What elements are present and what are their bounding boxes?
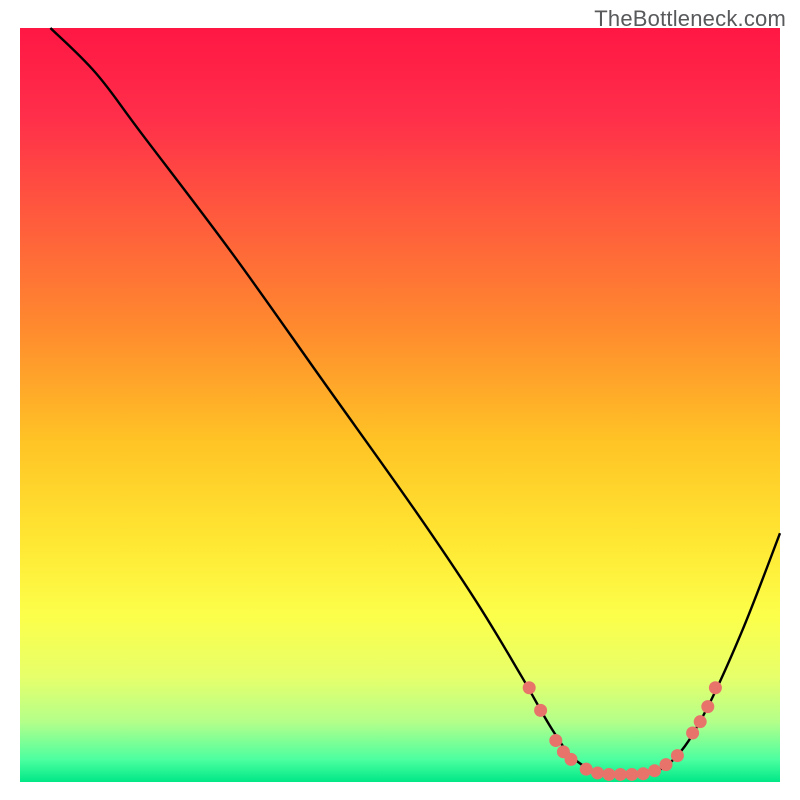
curve-marker	[603, 768, 616, 781]
curve-marker	[614, 768, 627, 781]
curve-marker	[549, 734, 562, 747]
curve-marker	[709, 681, 722, 694]
curve-marker	[660, 758, 673, 771]
curve-marker	[565, 753, 578, 766]
curve-marker	[671, 749, 684, 762]
curve-marker	[648, 764, 661, 777]
curve-marker	[534, 704, 547, 717]
bottleneck-chart	[0, 0, 800, 800]
curve-marker	[580, 763, 593, 776]
chart-frame: TheBottleneck.com	[0, 0, 800, 800]
curve-marker	[701, 700, 714, 713]
curve-marker	[523, 681, 536, 694]
curve-marker	[694, 715, 707, 728]
curve-marker	[591, 766, 604, 779]
curve-marker	[625, 768, 638, 781]
watermark-text: TheBottleneck.com	[594, 6, 786, 32]
curve-marker	[686, 726, 699, 739]
gradient-background	[20, 28, 780, 782]
curve-marker	[637, 767, 650, 780]
